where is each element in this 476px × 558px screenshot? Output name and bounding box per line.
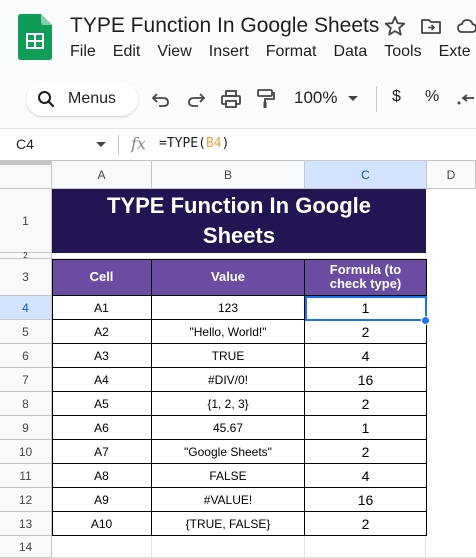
menu-format[interactable]: Format (266, 43, 317, 65)
search-icon (38, 91, 55, 108)
header-cell[interactable]: Cell (52, 259, 152, 296)
column-header-c[interactable]: C (305, 161, 427, 189)
column-header-d[interactable]: D (427, 161, 476, 189)
cell-c14[interactable] (305, 536, 426, 558)
formula-prefix: =TYPE( (159, 136, 206, 151)
cell-a7[interactable]: A4 (52, 368, 152, 392)
row-header-5[interactable]: 5 (0, 320, 52, 344)
row-header-7[interactable]: 7 (0, 368, 52, 392)
format-as-percent-button[interactable]: % (425, 88, 439, 106)
chevron-down-icon[interactable] (96, 142, 106, 147)
column-d-cells[interactable] (426, 189, 476, 558)
cell-b9[interactable]: 45.67 (152, 416, 305, 440)
cell-a10[interactable]: A7 (52, 440, 152, 464)
row-header-13[interactable]: 13 (0, 512, 52, 536)
formula-reference: B4 (205, 136, 222, 151)
cell-b13[interactable]: {TRUE, FALSE} (152, 512, 305, 536)
cell-c8[interactable]: 2 (305, 392, 427, 416)
redo-icon[interactable] (185, 88, 207, 110)
decimal-decrease-icon[interactable] (456, 88, 476, 110)
row-header-3[interactable]: 3 (0, 259, 52, 296)
sheet-title-line-1: TYPE Function In Google (107, 193, 371, 218)
cell-c10[interactable]: 2 (305, 440, 427, 464)
header-value[interactable]: Value (152, 259, 305, 296)
column-header-a[interactable]: A (52, 161, 152, 189)
toolbar-divider (376, 86, 377, 112)
menu-edit[interactable]: Edit (113, 43, 141, 65)
column-header-b[interactable]: B (152, 161, 305, 189)
formula-bar-divider (118, 135, 119, 155)
row-header-4[interactable]: 4 (0, 296, 52, 320)
document-title[interactable]: TYPE Function In Google Sheets (70, 14, 379, 38)
cell-c12[interactable]: 16 (305, 488, 427, 512)
cell-b8[interactable]: {1, 2, 3} (152, 392, 305, 416)
cell-b7[interactable]: #DIV/0! (152, 368, 305, 392)
cell-b5[interactable]: "Hello, World!" (152, 320, 305, 344)
menu-insert[interactable]: Insert (209, 43, 249, 65)
cell-a4[interactable]: A1 (52, 296, 152, 320)
row-header-10[interactable]: 10 (0, 440, 52, 464)
cell-c13[interactable]: 2 (305, 512, 427, 536)
cloud-status-icon[interactable] (456, 15, 476, 37)
row-header-1[interactable]: 1 (0, 189, 52, 253)
cell-b4[interactable]: 123 (152, 296, 305, 320)
search-menus-button[interactable]: Menus (26, 82, 138, 116)
sheet-title-cell[interactable]: TYPE Function In Google Sheets (52, 189, 426, 253)
menu-extensions[interactable]: Exte (439, 43, 471, 65)
menus-label: Menus (68, 90, 117, 107)
formula-input[interactable]: =TYPE(B4) (159, 136, 229, 151)
row-header-11[interactable]: 11 (0, 464, 52, 488)
cell-b12[interactable]: #VALUE! (152, 488, 305, 512)
cell-a12[interactable]: A9 (52, 488, 152, 512)
cell-c7[interactable]: 16 (305, 368, 427, 392)
menu-file[interactable]: File (70, 43, 96, 65)
menu-bar: File Edit View Insert Format Data Tools … (70, 43, 476, 65)
formula-bar: C4 fx =TYPE(B4) (0, 128, 476, 161)
cell-b11[interactable]: FALSE (152, 464, 305, 488)
zoom-value: 100% (294, 88, 338, 107)
row-header-12[interactable]: 12 (0, 488, 52, 512)
cell-a11[interactable]: A8 (52, 464, 152, 488)
paint-format-icon[interactable] (255, 88, 277, 110)
menu-data[interactable]: Data (333, 43, 367, 65)
move-to-folder-icon[interactable] (420, 15, 442, 37)
spreadsheet-grid[interactable]: A B C D 1 2 3 4 5 6 7 8 9 10 11 12 13 14… (0, 161, 476, 558)
cell-a5[interactable]: A2 (52, 320, 152, 344)
cell-a8[interactable]: A5 (52, 392, 152, 416)
cell-a9[interactable]: A6 (52, 416, 152, 440)
chevron-down-icon (348, 96, 359, 102)
cell-a6[interactable]: A3 (52, 344, 152, 368)
formula-suffix: ) (221, 136, 230, 151)
row-header-6[interactable]: 6 (0, 344, 52, 368)
cell-b10[interactable]: "Google Sheets" (152, 440, 305, 464)
toolbar: Menus 100% $ % (0, 72, 476, 128)
format-as-currency-button[interactable]: $ (392, 88, 401, 106)
row-header-9[interactable]: 9 (0, 416, 52, 440)
cell-b6[interactable]: TRUE (152, 344, 305, 368)
fill-handle[interactable] (421, 316, 430, 325)
header-formula[interactable]: Formula (to check type) (305, 259, 427, 296)
cell-c5[interactable]: 2 (305, 320, 427, 344)
menu-tools[interactable]: Tools (384, 43, 421, 65)
cell-c9[interactable]: 1 (305, 416, 427, 440)
menu-view[interactable]: View (157, 43, 191, 65)
google-sheets-logo-icon[interactable] (18, 14, 52, 60)
cell-c11[interactable]: 4 (305, 464, 427, 488)
zoom-select[interactable]: 100% (294, 88, 359, 108)
fx-icon: fx (131, 134, 146, 153)
star-icon[interactable] (384, 15, 406, 37)
undo-icon[interactable] (150, 88, 172, 110)
cell-b14[interactable] (152, 536, 305, 558)
row-header-14[interactable]: 14 (0, 536, 52, 558)
title-bar: TYPE Function In Google Sheets File Edit… (0, 0, 476, 72)
cell-c6[interactable]: 4 (305, 344, 427, 368)
sheet-title-line-2: Sheets (202, 223, 276, 248)
row-header-8[interactable]: 8 (0, 392, 52, 416)
select-all-corner[interactable] (0, 161, 52, 189)
active-cell-selection (305, 296, 427, 321)
print-icon[interactable] (220, 88, 242, 110)
name-box[interactable]: C4 (16, 136, 34, 152)
cell-a13[interactable]: A10 (52, 512, 152, 536)
cell-a14[interactable] (52, 536, 152, 558)
